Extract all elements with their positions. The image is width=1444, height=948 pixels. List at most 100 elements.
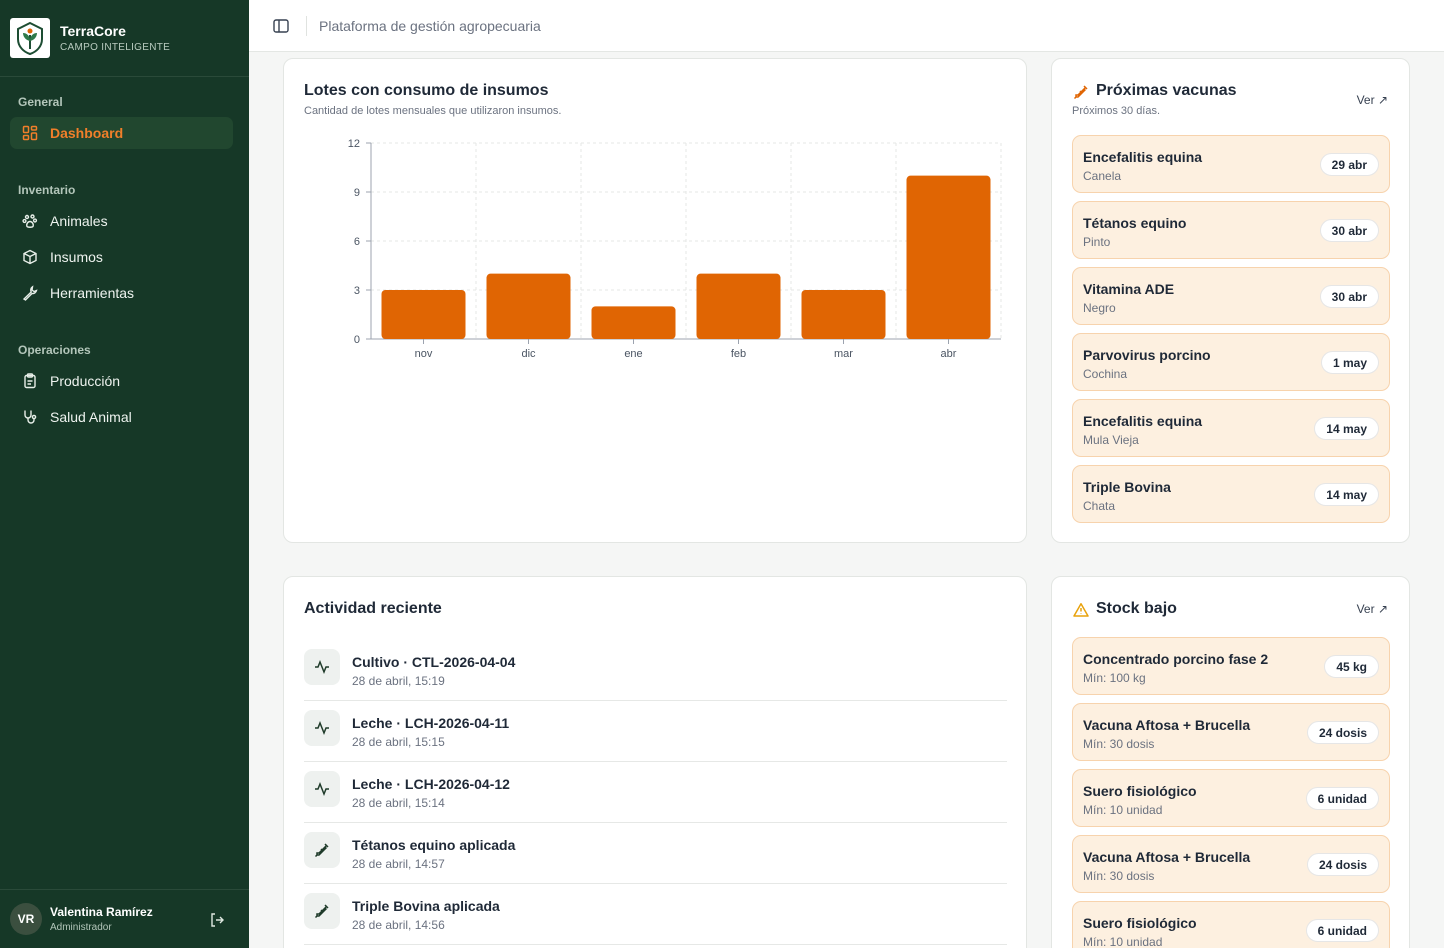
sidebar-item-label: Producción (50, 373, 121, 389)
wrench-icon (22, 285, 38, 301)
vacuna-name: Parvovirus porcino (1083, 347, 1211, 363)
vacuna-name: Tétanos equino (1083, 215, 1187, 231)
stock-item[interactable]: Vacuna Aftosa + Brucella Mín: 30 dosis 2… (1072, 703, 1390, 761)
date-badge: 14 may (1314, 483, 1379, 506)
vacuna-name: Encefalitis equina (1083, 149, 1203, 165)
sidebar-item-dashboard[interactable]: Dashboard (10, 117, 233, 149)
sidebar-item-label: Herramientas (50, 285, 135, 301)
activity-date: 28 de abril, 15:14 (352, 796, 445, 810)
vacuna-animal: Negro (1083, 301, 1116, 315)
vacuna-item[interactable]: Encefalitis equina Mula Vieja 14 may (1072, 399, 1390, 457)
syringe-icon (304, 832, 340, 868)
consumo-card: Lotes con consumo de insumos Cantidad de… (283, 58, 1027, 543)
vacunas-card: Próximas vacunas Próximos 30 días. Ver ↗… (1051, 58, 1410, 543)
qty-badge: 6 unidad (1305, 787, 1379, 810)
stock-min: Mín: 30 dosis (1083, 737, 1155, 751)
vacuna-animal: Cochina (1083, 367, 1128, 381)
activity-date: 28 de abril, 14:57 (352, 857, 445, 871)
y-tick-label: 12 (348, 138, 360, 150)
activity-title: Leche · LCH-2026-04-11 (352, 715, 510, 731)
vacuna-item[interactable]: Triple Bovina Chata 14 may (1072, 465, 1390, 523)
activity-item[interactable]: Leche · LCH-2026-04-11 28 de abril, 15:1… (304, 701, 1007, 762)
x-tick-label: feb (731, 348, 746, 360)
brand-tagline: CAMPO INTELIGENTE (60, 42, 171, 53)
x-tick-label: dic (521, 348, 536, 360)
vacuna-item[interactable]: Parvovirus porcino Cochina 1 may (1072, 333, 1390, 391)
activity-title: Triple Bovina aplicada (352, 898, 500, 914)
x-tick-label: mar (834, 348, 853, 360)
sidebar-item-insumos[interactable]: Insumos (10, 241, 233, 273)
date-badge: 29 abr (1319, 153, 1379, 176)
vacuna-item[interactable]: Tétanos equino Pinto 30 abr (1072, 201, 1390, 259)
date-badge: 30 abr (1319, 285, 1379, 308)
y-tick-label: 9 (354, 187, 360, 199)
bar (486, 273, 571, 339)
sidebar: TerraCore CAMPO INTELIGENTE General Dash… (0, 0, 249, 948)
activity-icon (304, 710, 340, 746)
stock-item[interactable]: Suero fisiológico Mín: 10 unidad 6 unida… (1072, 901, 1390, 948)
paw-icon (22, 213, 38, 229)
stock-item[interactable]: Suero fisiológico Mín: 10 unidad 6 unida… (1072, 769, 1390, 827)
activity-item[interactable]: Leche · LCH-2026-04-12 28 de abril, 15:1… (304, 762, 1007, 823)
vacuna-name: Triple Bovina (1083, 479, 1171, 495)
vacuna-name: Vitamina ADE (1083, 281, 1175, 297)
clipboard-icon (22, 373, 38, 389)
vacuna-item[interactable]: Vitamina ADE Negro 30 abr (1072, 267, 1390, 325)
bar (381, 290, 466, 339)
activity-item[interactable]: Triple Bovina aplicada 28 de abril, 14:5… (304, 884, 1007, 945)
activity-icon (304, 649, 340, 685)
y-tick-label: 0 (354, 334, 360, 346)
nav-section-inventario: Inventario (18, 183, 76, 197)
bar (801, 290, 886, 339)
y-tick-label: 6 (354, 236, 360, 248)
sidebar-item-label: Dashboard (50, 125, 124, 141)
vacuna-animal: Canela (1083, 169, 1122, 183)
warning-icon (1073, 602, 1089, 618)
box-icon (22, 249, 38, 265)
bar (906, 175, 991, 339)
activity-item[interactable]: Cultivo · CTL-2026-04-04 28 de abril, 15… (304, 640, 1007, 701)
stock-item[interactable]: Vacuna Aftosa + Brucella Mín: 30 dosis 2… (1072, 835, 1390, 893)
activity-date: 28 de abril, 14:56 (352, 918, 445, 932)
x-tick-label: nov (415, 348, 433, 360)
divider (306, 15, 307, 36)
vacuna-animal: Chata (1083, 499, 1116, 513)
stock-name: Concentrado porcino fase 2 (1083, 651, 1269, 667)
sidebar-item-label: Salud Animal (50, 409, 132, 425)
activity-item[interactable]: Tétanos equino aplicada 28 de abril, 14:… (304, 823, 1007, 884)
stock-min: Mín: 30 dosis (1083, 869, 1155, 883)
vacuna-animal: Mula Vieja (1083, 433, 1139, 447)
sidebar-toggle-icon[interactable] (272, 17, 290, 35)
x-tick-label: abr (941, 348, 957, 360)
stock-item[interactable]: Concentrado porcino fase 2 Mín: 100 kg 4… (1072, 637, 1390, 695)
y-tick-label: 3 (354, 285, 360, 297)
activity-icon (304, 771, 340, 807)
brand-name: TerraCore (60, 23, 126, 39)
avatar[interactable]: VR (10, 903, 42, 935)
user-bar: VR Valentina Ramírez Administrador (0, 889, 249, 948)
card-title: Próximas vacunas (1096, 82, 1237, 99)
brand: TerraCore CAMPO INTELIGENTE (0, 0, 249, 77)
ver-vacunas-link[interactable]: Ver ↗ (1357, 93, 1388, 107)
ver-stock-link[interactable]: Ver ↗ (1357, 602, 1388, 616)
activity-date: 28 de abril, 15:15 (352, 735, 445, 749)
sidebar-item-salud-animal[interactable]: Salud Animal (10, 401, 233, 433)
activity-title: Cultivo · CTL-2026-04-04 (352, 654, 516, 670)
qty-badge: 24 dosis (1306, 853, 1379, 876)
sidebar-item-herramientas[interactable]: Herramientas (10, 277, 233, 309)
logout-icon[interactable] (209, 912, 225, 928)
qty-badge: 45 kg (1324, 655, 1379, 678)
date-badge: 14 may (1314, 417, 1379, 440)
sidebar-item-animales[interactable]: Animales (10, 205, 233, 237)
stethoscope-icon (22, 409, 38, 425)
topbar: Plataforma de gestión agropecuaria (249, 0, 1444, 52)
sidebar-item-label: Animales (50, 213, 108, 229)
terracore-logo (10, 18, 50, 58)
sidebar-item-produccion[interactable]: Producción (10, 365, 233, 397)
bar (591, 306, 676, 339)
vacuna-item[interactable]: Encefalitis equina Canela 29 abr (1072, 135, 1390, 193)
card-subtitle: Próximos 30 días. (1072, 105, 1161, 117)
stock-card: Stock bajo Ver ↗ Concentrado porcino fas… (1051, 576, 1410, 948)
nav-section-operaciones: Operaciones (18, 343, 91, 357)
dashboard-icon (22, 125, 38, 141)
